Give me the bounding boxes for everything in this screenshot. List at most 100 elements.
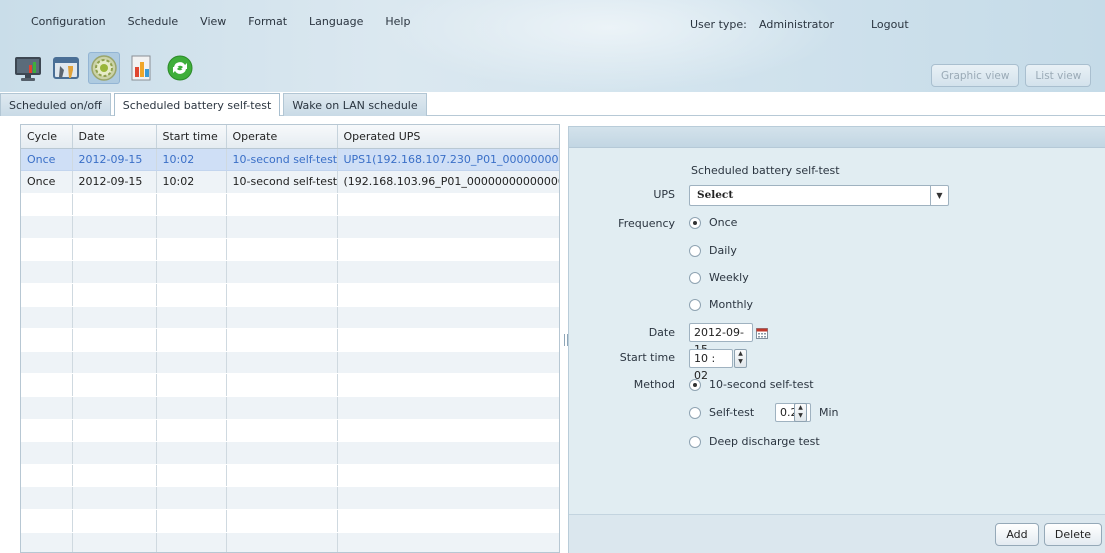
cell-operated-ups [337,509,559,533]
view-buttons: Graphic view List view [931,64,1092,87]
user-type-value: Administrator [759,18,834,31]
table-row[interactable] [21,215,559,239]
column-header-operated-ups[interactable]: Operated UPS [337,125,559,149]
panel-splitter[interactable] [563,124,568,553]
cell-date [72,283,157,307]
self-test-minutes-stepper[interactable]: ▲ ▼ [794,403,807,422]
cell-date [72,238,157,262]
tools-icon [53,57,79,79]
cell-operated-ups [337,260,559,285]
tab-scheduled-battery-self-test[interactable]: Scheduled battery self-test [113,93,281,116]
frequency-daily-label: Daily [709,244,737,257]
panel-footer: Add Delete [569,514,1105,553]
schedule-tool-button[interactable] [88,52,120,84]
cell-cycle [21,486,73,510]
column-header-date[interactable]: Date [72,125,157,149]
cell-operated-ups [337,464,559,488]
table-header-row: Cycle Date Start time Operate Operated U… [21,125,559,149]
menu-language[interactable]: Language [298,15,374,28]
add-button[interactable]: Add [995,523,1039,546]
cell-date [72,509,157,533]
table-row[interactable] [21,283,559,307]
cell-date [72,260,157,285]
cell-start-time: 10:02 [156,148,227,172]
frequency-weekly-radio[interactable]: Weekly [689,271,749,284]
method-self-test-radio[interactable]: Self-test [689,406,754,419]
calendar-icon[interactable] [756,328,768,339]
table-row[interactable] [21,419,559,443]
date-input[interactable]: 2012-09-15 [689,323,753,356]
report-tool-button[interactable] [126,52,158,84]
column-header-start-time[interactable]: Start time [156,125,227,149]
cell-operate [226,238,338,262]
tab-wake-on-lan-schedule[interactable]: Wake on LAN schedule [283,93,427,116]
cell-cycle [21,396,73,420]
table-row[interactable] [21,306,559,330]
table-row[interactable] [21,441,559,465]
ups-select[interactable]: Select ▼ [689,185,949,206]
cell-operate [226,464,338,488]
column-header-cycle[interactable]: Cycle [21,125,73,149]
table-row[interactable] [21,193,559,217]
refresh-tool-button[interactable] [164,52,196,84]
cell-date [72,486,157,510]
column-header-operate[interactable]: Operate [226,125,338,149]
monitor-tool-button[interactable] [12,52,44,84]
cell-operated-ups [337,351,559,375]
start-time-input[interactable]: 10 : 02 [689,349,733,382]
config-tool-button[interactable] [50,52,82,84]
delete-button[interactable]: Delete [1044,523,1102,546]
logout-link[interactable]: Logout [871,18,909,31]
menu-format[interactable]: Format [237,15,298,28]
frequency-daily-radio[interactable]: Daily [689,244,737,257]
cell-operate [226,306,338,330]
table-row[interactable]: Once 2012-09-15 10:02 10-second self-test UP… [21,148,559,172]
method-10-second-radio[interactable]: 10-second self-test [689,378,814,391]
user-type-label: User type: [690,18,747,31]
table-row[interactable] [21,373,559,398]
menu-schedule[interactable]: Schedule [117,15,190,28]
frequency-once-radio[interactable]: Once [689,216,737,229]
cell-start-time [156,419,227,443]
cell-start-time [156,486,227,510]
start-time-stepper[interactable]: ▲ ▼ [734,349,747,368]
radio-icon [689,435,701,448]
table-row[interactable] [21,509,559,533]
cell-start-time [156,238,227,262]
method-deep-discharge-radio[interactable]: Deep discharge test [689,435,820,448]
cell-operated-ups [337,373,559,398]
cell-date [72,532,157,552]
cell-operated-ups [337,328,559,352]
table-row[interactable] [21,351,559,375]
frequency-label: Frequency [618,217,675,230]
menu-help[interactable]: Help [374,15,421,28]
table-row[interactable] [21,260,559,285]
cell-start-time [156,260,227,285]
cell-date [72,351,157,375]
cell-cycle [21,532,73,552]
cell-date [72,441,157,465]
frequency-monthly-radio[interactable]: Monthly [689,298,753,311]
cell-cycle [21,509,73,533]
cell-operated-ups [337,283,559,307]
menu-view[interactable]: View [189,15,237,28]
list-view-button[interactable]: List view [1025,64,1092,87]
table-row[interactable] [21,238,559,262]
cell-operate [226,396,338,420]
table-row[interactable]: Once 2012-09-15 10:02 10-second self-test (1… [21,170,559,194]
table-row[interactable] [21,532,559,552]
cell-start-time [156,396,227,420]
table-row[interactable] [21,486,559,510]
cell-start-time [156,441,227,465]
radio-icon [689,406,701,419]
panel-header [569,127,1105,148]
menu-bar: Configuration Schedule View Format Langu… [20,15,421,28]
graphic-view-button[interactable]: Graphic view [931,64,1020,87]
tab-scheduled-on-off[interactable]: Scheduled on/off [0,93,111,116]
toolbar [12,52,196,84]
menu-configuration[interactable]: Configuration [20,15,117,28]
cell-cycle: Once [21,170,73,194]
table-row[interactable] [21,464,559,488]
table-row[interactable] [21,396,559,420]
table-row[interactable] [21,328,559,352]
